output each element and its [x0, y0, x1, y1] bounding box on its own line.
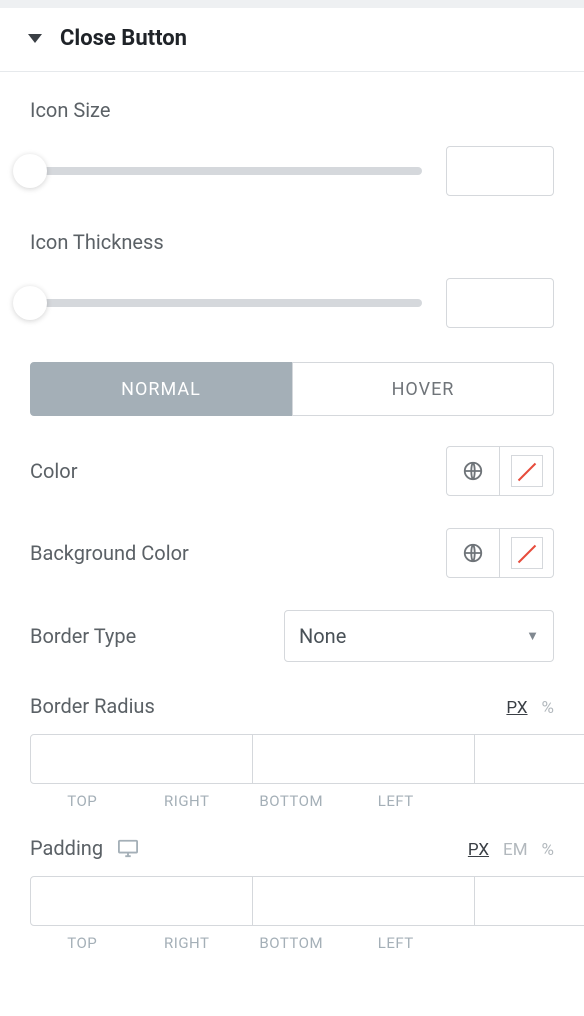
border-radius-units: PX % — [506, 698, 554, 718]
color-global-button[interactable] — [446, 446, 500, 496]
globe-icon — [462, 460, 484, 482]
section-header[interactable]: Close Button — [0, 8, 584, 72]
globe-icon — [462, 542, 484, 564]
icon-size-row — [30, 146, 554, 196]
icon-thickness-row — [30, 278, 554, 328]
border-type-row: Border Type None ▼ — [30, 610, 554, 662]
no-color-icon — [511, 455, 543, 487]
border-radius-header: Border Radius PX % — [30, 694, 554, 718]
padding-bottom-input[interactable] — [475, 876, 584, 926]
color-row: Color — [30, 446, 554, 496]
icon-thickness-slider[interactable] — [30, 299, 422, 307]
border-type-label: Border Type — [30, 624, 136, 648]
caret-down-icon — [28, 34, 42, 43]
border-radius-bottom-input[interactable] — [475, 734, 584, 784]
border-radius-inputs — [30, 734, 554, 784]
color-swatch-button[interactable] — [500, 446, 554, 496]
border-radius-label: Border Radius — [30, 694, 155, 718]
icon-size-input[interactable] — [446, 146, 554, 196]
icon-size-slider[interactable] — [30, 167, 422, 175]
padding-top-input[interactable] — [30, 876, 253, 926]
border-radius-right-input[interactable] — [253, 734, 475, 784]
panel-topbar — [0, 0, 584, 8]
background-color-row: Background Color — [30, 528, 554, 578]
border-radius-top-sublabel: TOP — [30, 792, 135, 810]
border-radius-unit-px[interactable]: PX — [506, 698, 527, 718]
icon-size-label: Icon Size — [30, 98, 554, 122]
background-color-global-button[interactable] — [446, 528, 500, 578]
state-tabs: NORMAL HOVER — [30, 362, 554, 416]
background-color-label: Background Color — [30, 541, 189, 565]
chevron-down-icon: ▼ — [526, 628, 539, 644]
background-color-controls — [446, 528, 554, 578]
padding-right-sublabel: RIGHT — [135, 934, 240, 952]
section-title: Close Button — [60, 26, 187, 51]
border-radius-unit-percent[interactable]: % — [542, 698, 554, 718]
panel-body: Icon Size Icon Thickness NORMAL HOVER Co… — [0, 72, 584, 998]
padding-bottom-sublabel: BOTTOM — [239, 934, 344, 952]
border-radius-bottom-sublabel: BOTTOM — [239, 792, 344, 810]
padding-units: PX EM % — [468, 840, 554, 860]
tab-normal[interactable]: NORMAL — [30, 362, 292, 416]
no-color-icon — [511, 537, 543, 569]
background-color-swatch-button[interactable] — [500, 528, 554, 578]
icon-size-slider-thumb[interactable] — [13, 154, 47, 188]
icon-thickness-input[interactable] — [446, 278, 554, 328]
icon-thickness-slider-thumb[interactable] — [13, 286, 47, 320]
padding-label: Padding — [30, 836, 103, 860]
border-radius-top-input[interactable] — [30, 734, 253, 784]
border-radius-left-sublabel: LEFT — [344, 792, 449, 810]
icon-thickness-label: Icon Thickness — [30, 230, 554, 254]
color-controls — [446, 446, 554, 496]
padding-unit-px[interactable]: PX — [468, 840, 489, 860]
border-type-select[interactable]: None ▼ — [284, 610, 554, 662]
padding-sublabels: TOP RIGHT BOTTOM LEFT — [30, 934, 554, 952]
padding-left-sublabel: LEFT — [344, 934, 449, 952]
desktop-icon[interactable] — [117, 838, 139, 858]
border-radius-sublabels: TOP RIGHT BOTTOM LEFT — [30, 792, 554, 810]
color-label: Color — [30, 459, 77, 483]
padding-right-input[interactable] — [253, 876, 475, 926]
tab-hover[interactable]: HOVER — [292, 362, 554, 416]
padding-unit-percent[interactable]: % — [542, 840, 554, 860]
border-type-value: None — [299, 624, 346, 648]
padding-unit-em[interactable]: EM — [503, 840, 528, 860]
padding-top-sublabel: TOP — [30, 934, 135, 952]
padding-header: Padding PX EM % — [30, 836, 554, 860]
padding-inputs — [30, 876, 554, 926]
border-radius-right-sublabel: RIGHT — [135, 792, 240, 810]
